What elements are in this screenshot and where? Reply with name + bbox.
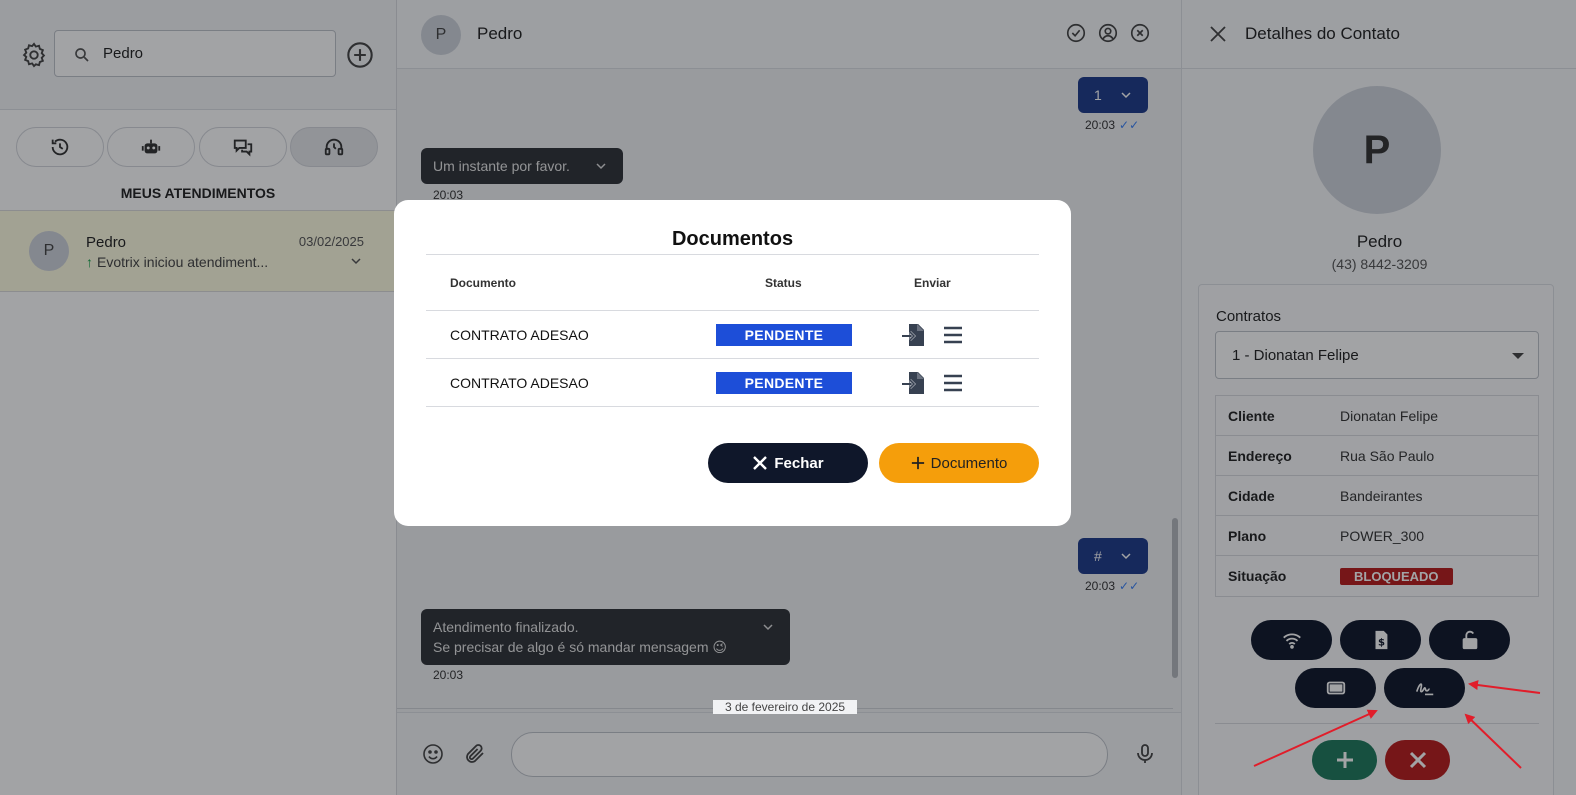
menu-icon[interactable] <box>942 324 964 346</box>
add-document-button[interactable]: Documento <box>879 443 1039 483</box>
plus-icon <box>911 456 924 470</box>
send-document-icon[interactable] <box>900 370 926 396</box>
add-document-label: Documento <box>930 454 1008 472</box>
close-button-label: Fechar <box>774 454 824 472</box>
document-name: CONTRATO ADESAO <box>450 375 589 391</box>
column-header-status: Status <box>765 276 802 290</box>
status-badge: PENDENTE <box>716 324 852 346</box>
table-row: CONTRATO ADESAO PENDENTE <box>426 359 1039 407</box>
column-header-send: Enviar <box>914 276 951 290</box>
document-name: CONTRATO ADESAO <box>450 327 589 343</box>
documents-modal: Documentos Documento Status Enviar CONTR… <box>394 200 1071 526</box>
menu-icon[interactable] <box>942 372 964 394</box>
close-icon <box>753 456 768 470</box>
table-header: Documento Status Enviar <box>426 255 1039 311</box>
close-button[interactable]: Fechar <box>708 443 868 483</box>
status-badge: PENDENTE <box>716 372 852 394</box>
modal-title: Documentos <box>671 228 794 250</box>
table-row: CONTRATO ADESAO PENDENTE <box>426 311 1039 359</box>
day-separator-text: 3 de fevereiro de 2025 <box>712 700 858 714</box>
send-document-icon[interactable] <box>900 322 926 348</box>
column-header-document: Documento <box>450 276 516 290</box>
